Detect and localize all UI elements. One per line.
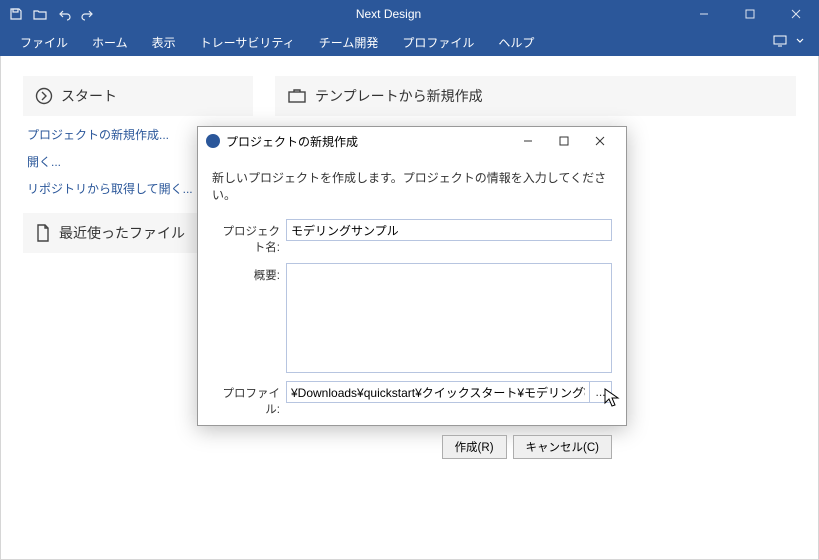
briefcase-icon	[287, 88, 307, 104]
project-name-input[interactable]	[286, 219, 612, 241]
chevron-down-icon[interactable]	[795, 35, 805, 49]
menu-team[interactable]: チーム開発	[307, 28, 391, 56]
save-icon[interactable]	[8, 6, 24, 22]
dialog-title: プロジェクトの新規作成	[226, 133, 510, 150]
profile-browse-button[interactable]: ...	[590, 381, 612, 403]
menu-view[interactable]: 表示	[140, 28, 188, 56]
summary-input[interactable]	[286, 263, 612, 373]
open-icon[interactable]	[32, 6, 48, 22]
app-icon	[206, 134, 220, 148]
redo-icon[interactable]	[80, 6, 96, 22]
start-header: スタート	[61, 86, 117, 106]
menu-help[interactable]: ヘルプ	[486, 28, 546, 56]
label-project-name: プロジェクト名:	[212, 219, 280, 255]
profile-path-input[interactable]	[286, 381, 590, 403]
menu-profile[interactable]: プロファイル	[390, 28, 486, 56]
start-panel-header: スタート	[23, 76, 253, 116]
dialog-description: 新しいプロジェクトを作成します。プロジェクトの情報を入力してください。	[212, 169, 612, 203]
menu-home[interactable]: ホーム	[80, 28, 140, 56]
window-controls	[681, 0, 819, 28]
titlebar: Next Design	[0, 0, 819, 28]
new-project-dialog: プロジェクトの新規作成 新しいプロジェクトを作成します。プロジェクトの情報を入力…	[197, 126, 627, 426]
label-summary: 概要:	[212, 263, 280, 283]
maximize-button[interactable]	[727, 0, 773, 28]
close-button[interactable]	[773, 0, 819, 28]
app-title: Next Design	[96, 7, 681, 21]
templates-header: テンプレートから新規作成	[315, 86, 483, 106]
recent-files-header: 最近使ったファイル	[59, 223, 185, 243]
undo-icon[interactable]	[56, 6, 72, 22]
menu-traceability[interactable]: トレーサビリティ	[188, 28, 307, 56]
dialog-titlebar: プロジェクトの新規作成	[198, 127, 626, 155]
menu-file[interactable]: ファイル	[8, 28, 80, 56]
create-button[interactable]: 作成(R)	[442, 435, 507, 459]
cancel-button[interactable]: キャンセル(C)	[513, 435, 612, 459]
arrow-right-circle-icon	[35, 87, 53, 105]
templates-panel-header: テンプレートから新規作成	[275, 76, 796, 116]
menubar: ファイル ホーム 表示 トレーサビリティ チーム開発 プロファイル ヘルプ	[0, 28, 819, 56]
monitor-icon[interactable]	[773, 35, 787, 50]
file-icon	[35, 224, 51, 242]
dialog-minimize-button[interactable]	[510, 127, 546, 155]
dialog-close-button[interactable]	[582, 127, 618, 155]
minimize-button[interactable]	[681, 0, 727, 28]
dialog-maximize-button[interactable]	[546, 127, 582, 155]
label-profile: プロファイル:	[212, 381, 280, 417]
quick-access	[0, 6, 96, 22]
